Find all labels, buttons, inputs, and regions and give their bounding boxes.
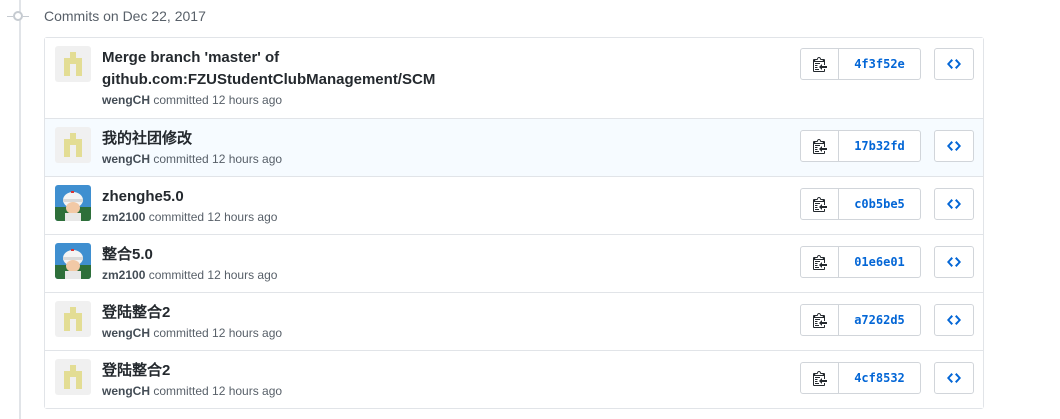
commit-sha-group: a7262d5 — [800, 304, 921, 336]
clipboard-icon[interactable] — [801, 305, 839, 335]
commit-author-link[interactable]: wengCH — [102, 384, 150, 398]
code-icon[interactable] — [934, 304, 974, 336]
commit-message-line[interactable]: 登陆整合2 — [102, 302, 170, 324]
commit-sha-link[interactable]: 4f3f52e — [839, 49, 920, 79]
commit-row: Merge branch 'master' of github.com:FZUSt… — [45, 38, 983, 118]
commit-author-link[interactable]: wengCH — [102, 326, 150, 340]
commit-message-line[interactable]: zhenghe5.0 — [102, 186, 184, 208]
clipboard-icon[interactable] — [801, 131, 839, 161]
commit-meta: wengCH committed 12 hours ago — [102, 152, 282, 166]
commit-time: committed 12 hours ago — [150, 93, 283, 107]
code-icon[interactable] — [934, 362, 974, 394]
commit-meta: wengCH committed 12 hours ago — [102, 326, 282, 340]
commit-meta: zm2100 committed 12 hours ago — [102, 210, 277, 224]
commit-list: Merge branch 'master' of github.com:FZUSt… — [44, 37, 984, 409]
commit-time: committed 12 hours ago — [145, 268, 278, 282]
commit-sha-group: 4cf8532 — [800, 362, 921, 394]
commit-message-line[interactable]: Merge branch 'master' of — [102, 47, 435, 69]
clipboard-icon[interactable] — [801, 363, 839, 393]
commit-message[interactable]: 登陆整合2 — [102, 302, 170, 324]
commit-sha-group: 01e6e01 — [800, 246, 921, 278]
commit-sha-link[interactable]: 01e6e01 — [839, 247, 920, 277]
commit-message[interactable]: 整合5.0 — [102, 244, 153, 266]
commit-meta: wengCH committed 12 hours ago — [102, 93, 282, 107]
commit-group-title: Commits on Dec 22, 2017 — [44, 8, 206, 24]
commit-time: committed 12 hours ago — [150, 326, 283, 340]
commit-message[interactable]: zhenghe5.0 — [102, 186, 184, 208]
commit-meta: wengCH committed 12 hours ago — [102, 384, 282, 398]
commit-message[interactable]: Merge branch 'master' of github.com:FZUSt… — [102, 47, 435, 91]
commit-message[interactable]: 登陆整合2 — [102, 360, 170, 382]
code-icon[interactable] — [934, 188, 974, 220]
commit-meta: zm2100 committed 12 hours ago — [102, 268, 277, 282]
avatar[interactable] — [55, 127, 91, 163]
commit-message-line[interactable]: github.com:FZUStudentClubManagement/SCM — [102, 69, 435, 91]
commit-message-line[interactable]: 登陆整合2 — [102, 360, 170, 382]
commit-row: 登陆整合2 wengCH committed 12 hours ago a7262d… — [45, 292, 983, 350]
commit-sha-group: c0b5be5 — [800, 188, 921, 220]
commit-sha-group: 4f3f52e — [800, 48, 921, 80]
commit-author-link[interactable]: wengCH — [102, 152, 150, 166]
commit-author-link[interactable]: zm2100 — [102, 210, 145, 224]
commit-row: zhenghe5.0 zm2100 committed 12 hours ago c… — [45, 176, 983, 234]
commit-row: 我的社团修改 wengCH committed 12 hours ago 17b32… — [45, 118, 983, 176]
commit-message-line[interactable]: 我的社团修改 — [102, 128, 192, 150]
commit-time: committed 12 hours ago — [150, 384, 283, 398]
commit-row: 登陆整合2 wengCH committed 12 hours ago 4cf853… — [45, 350, 983, 408]
timeline-line — [19, 0, 21, 419]
commit-sha-link[interactable]: a7262d5 — [839, 305, 920, 335]
commit-author-link[interactable]: zm2100 — [102, 268, 145, 282]
code-icon[interactable] — [934, 48, 974, 80]
code-icon[interactable] — [934, 246, 974, 278]
commit-sha-link[interactable]: c0b5be5 — [839, 189, 920, 219]
code-icon[interactable] — [934, 130, 974, 162]
avatar[interactable] — [55, 301, 91, 337]
avatar[interactable] — [55, 46, 91, 82]
commit-sha-link[interactable]: 17b32fd — [839, 131, 920, 161]
clipboard-icon[interactable] — [801, 49, 839, 79]
commit-author-link[interactable]: wengCH — [102, 93, 150, 107]
avatar[interactable] — [55, 359, 91, 395]
clipboard-icon[interactable] — [801, 247, 839, 277]
commit-message-line[interactable]: 整合5.0 — [102, 244, 153, 266]
clipboard-icon[interactable] — [801, 189, 839, 219]
commit-time: committed 12 hours ago — [150, 152, 283, 166]
commit-message[interactable]: 我的社团修改 — [102, 128, 192, 150]
commit-row: 整合5.0 zm2100 committed 12 hours ago 01e6e0… — [45, 234, 983, 292]
commit-sha-group: 17b32fd — [800, 130, 921, 162]
commit-sha-link[interactable]: 4cf8532 — [839, 363, 920, 393]
commit-time: committed 12 hours ago — [145, 210, 278, 224]
avatar[interactable] — [55, 185, 91, 221]
avatar[interactable] — [55, 243, 91, 279]
